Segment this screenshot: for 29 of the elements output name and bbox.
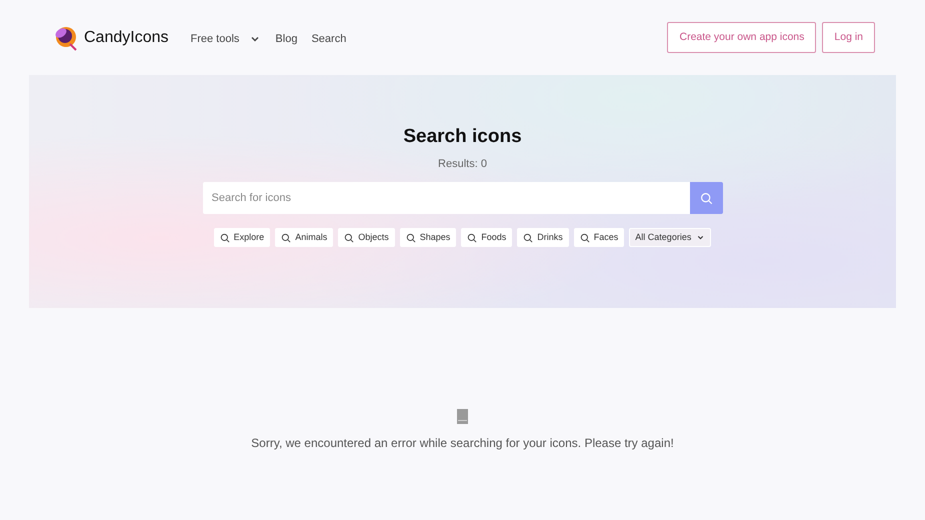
category-chip[interactable]: Faces (574, 228, 624, 247)
login-button[interactable]: Log in (822, 22, 875, 53)
search-icon (580, 232, 590, 242)
document-icon (457, 409, 468, 424)
search-icon (406, 232, 416, 242)
search-field[interactable]: Search for icons (202, 182, 690, 214)
nav-dropdown[interactable]: Free tools (190, 30, 262, 48)
nav-link[interactable]: Blog (275, 30, 298, 48)
search-icon (523, 232, 534, 242)
search-button[interactable] (690, 182, 722, 214)
create-icons-button[interactable]: Create your own app icons (667, 22, 816, 53)
category-chip[interactable]: Shapes (400, 228, 456, 247)
nav-link[interactable]: Search (311, 30, 346, 48)
search-icon (344, 232, 354, 242)
category-chip[interactable]: Drinks (517, 228, 569, 247)
category-chip[interactable]: Objects (338, 228, 395, 247)
search-icon (700, 192, 712, 204)
category-chip[interactable]: Explore (214, 228, 270, 247)
chevron-down-icon (696, 233, 706, 242)
category-chip[interactable]: Animals (275, 228, 334, 247)
search-icon (220, 232, 230, 242)
search-icon (281, 232, 292, 242)
category-chip[interactable]: Foods (461, 228, 512, 247)
search-icon (467, 232, 478, 242)
page-title: Search icons (403, 125, 522, 149)
error-message: Sorry, we encountered an error while searching for your icons. Please try again! (251, 435, 674, 452)
category-dropdown[interactable]: All Categories (629, 228, 712, 247)
results-count: Results: 0 (438, 156, 487, 172)
brand-name[interactable]: CandyIcons (84, 26, 168, 50)
